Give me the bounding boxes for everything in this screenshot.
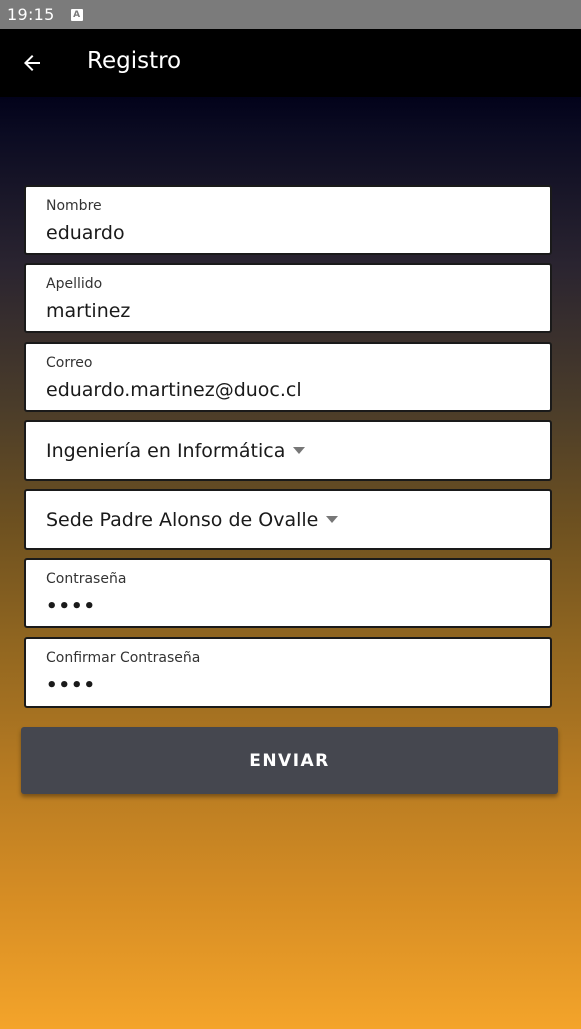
correo-label: Correo	[46, 355, 93, 371]
contrasena-label: Contraseña	[46, 571, 127, 587]
apellido-label: Apellido	[46, 276, 103, 292]
dropdown-arrow-icon	[326, 516, 339, 523]
confirmar-contrasena-field[interactable]: Confirmar Contraseña ••••	[24, 637, 552, 708]
sede-selected: Sede Padre Alonso de Ovalle	[46, 508, 319, 531]
dropdown-arrow-icon	[293, 447, 306, 454]
app-bar: Registro	[0, 29, 581, 97]
apellido-field[interactable]: Apellido martinez	[24, 263, 552, 333]
page-title: Registro	[87, 48, 182, 74]
status-time: 19:15	[7, 5, 55, 24]
enviar-button[interactable]: ENVIAR	[21, 727, 558, 794]
carrera-selected: Ingeniería en Informática	[46, 439, 286, 462]
status-bar: 19:15 A	[0, 0, 581, 29]
sede-select[interactable]: Sede Padre Alonso de Ovalle	[24, 489, 552, 550]
nombre-value[interactable]: eduardo	[46, 222, 125, 244]
carrera-select[interactable]: Ingeniería en Informática	[24, 420, 552, 481]
registration-form: Nombre eduardo Apellido martinez Correo …	[0, 97, 581, 1029]
confirmar-contrasena-value[interactable]: ••••	[46, 675, 96, 696]
confirmar-contrasena-label: Confirmar Contraseña	[46, 650, 201, 666]
nombre-field[interactable]: Nombre eduardo	[24, 185, 552, 255]
apellido-value[interactable]: martinez	[46, 300, 130, 322]
contrasena-field[interactable]: Contraseña ••••	[24, 558, 552, 628]
correo-value[interactable]: eduardo.martinez@duoc.cl	[46, 379, 302, 401]
notification-icon: A	[70, 8, 83, 21]
correo-field[interactable]: Correo eduardo.martinez@duoc.cl	[24, 342, 552, 412]
nombre-label: Nombre	[46, 198, 102, 214]
back-button[interactable]	[18, 49, 46, 77]
arrow-left-icon	[24, 55, 40, 71]
contrasena-value[interactable]: ••••	[46, 596, 96, 617]
